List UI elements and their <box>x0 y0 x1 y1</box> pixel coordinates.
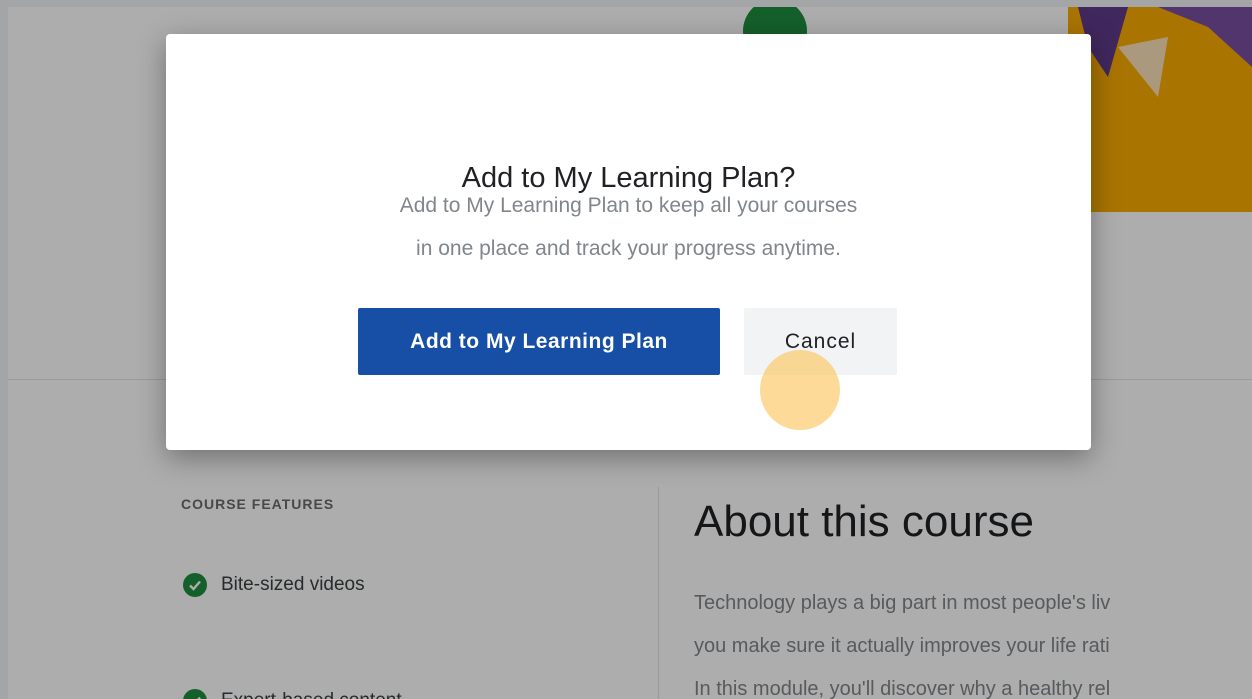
add-to-learning-plan-button[interactable]: Add to My Learning Plan <box>358 308 720 375</box>
dialog-description: Add to My Learning Plan to keep all your… <box>166 184 1091 270</box>
add-to-learning-plan-dialog: Add to My Learning Plan? Add to My Learn… <box>166 34 1091 450</box>
dialog-description-line: in one place and track your progress any… <box>416 237 841 260</box>
dialog-description-line: Add to My Learning Plan to keep all your… <box>399 194 858 217</box>
cancel-button[interactable]: Cancel <box>744 308 897 375</box>
